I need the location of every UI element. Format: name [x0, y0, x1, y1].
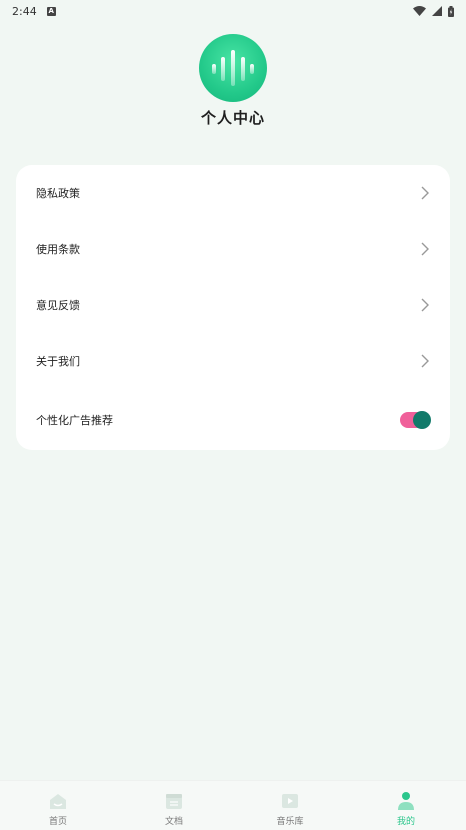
user-icon	[398, 792, 414, 810]
nav-item-music-library[interactable]: 音乐库	[232, 781, 348, 830]
nav-item-home[interactable]: 首页	[0, 781, 116, 830]
menu-item-label: 关于我们	[36, 355, 80, 368]
menu-item-feedback[interactable]: 意见反馈	[16, 285, 450, 325]
menu-item-terms-of-use[interactable]: 使用条款	[16, 229, 450, 269]
signal-icon	[432, 6, 442, 16]
menu-item-about-us[interactable]: 关于我们	[16, 341, 450, 381]
bottom-nav: 首页 文档 音乐库 我的	[0, 780, 466, 830]
wifi-icon	[413, 6, 426, 16]
nav-label: 音乐库	[276, 817, 304, 827]
menu-item-personalized-ads: 个性化广告推荐	[16, 400, 450, 440]
nav-item-mine[interactable]: 我的	[348, 781, 464, 830]
chevron-right-icon	[421, 186, 429, 200]
music-library-icon	[282, 794, 298, 808]
nav-label: 首页	[48, 817, 67, 827]
chevron-right-icon	[421, 298, 429, 312]
page-title: 个人中心	[200, 109, 265, 127]
menu-item-privacy-policy[interactable]: 隐私政策	[16, 173, 450, 213]
battery-icon	[448, 5, 454, 17]
avatar	[199, 34, 267, 102]
profile-screen: 2:44 A 个人中心 隐私政策 使用条款 意见反馈 关于我们 个性化广告推荐 …	[0, 0, 466, 830]
menu-item-label: 使用条款	[36, 243, 80, 256]
settings-menu-card: 隐私政策 使用条款 意见反馈 关于我们 个性化广告推荐	[16, 165, 450, 450]
chevron-right-icon	[421, 354, 429, 368]
home-icon	[50, 794, 66, 809]
toggle-knob	[413, 411, 431, 429]
nav-item-documents[interactable]: 文档	[116, 781, 232, 830]
sound-wave-icon	[212, 50, 254, 86]
menu-item-label: 隐私政策	[36, 187, 80, 200]
status-time: 2:44	[12, 4, 37, 18]
menu-item-label: 意见反馈	[36, 299, 80, 312]
nav-label: 我的	[396, 817, 415, 827]
status-bar: 2:44 A	[0, 0, 466, 22]
nav-label: 文档	[164, 817, 183, 827]
status-right	[413, 5, 454, 17]
menu-item-label: 个性化广告推荐	[36, 414, 113, 427]
personalized-ads-toggle[interactable]	[400, 411, 431, 429]
notification-icon: A	[46, 6, 56, 16]
document-icon	[166, 794, 182, 809]
chevron-right-icon	[421, 242, 429, 256]
status-left: 2:44 A	[12, 5, 56, 18]
